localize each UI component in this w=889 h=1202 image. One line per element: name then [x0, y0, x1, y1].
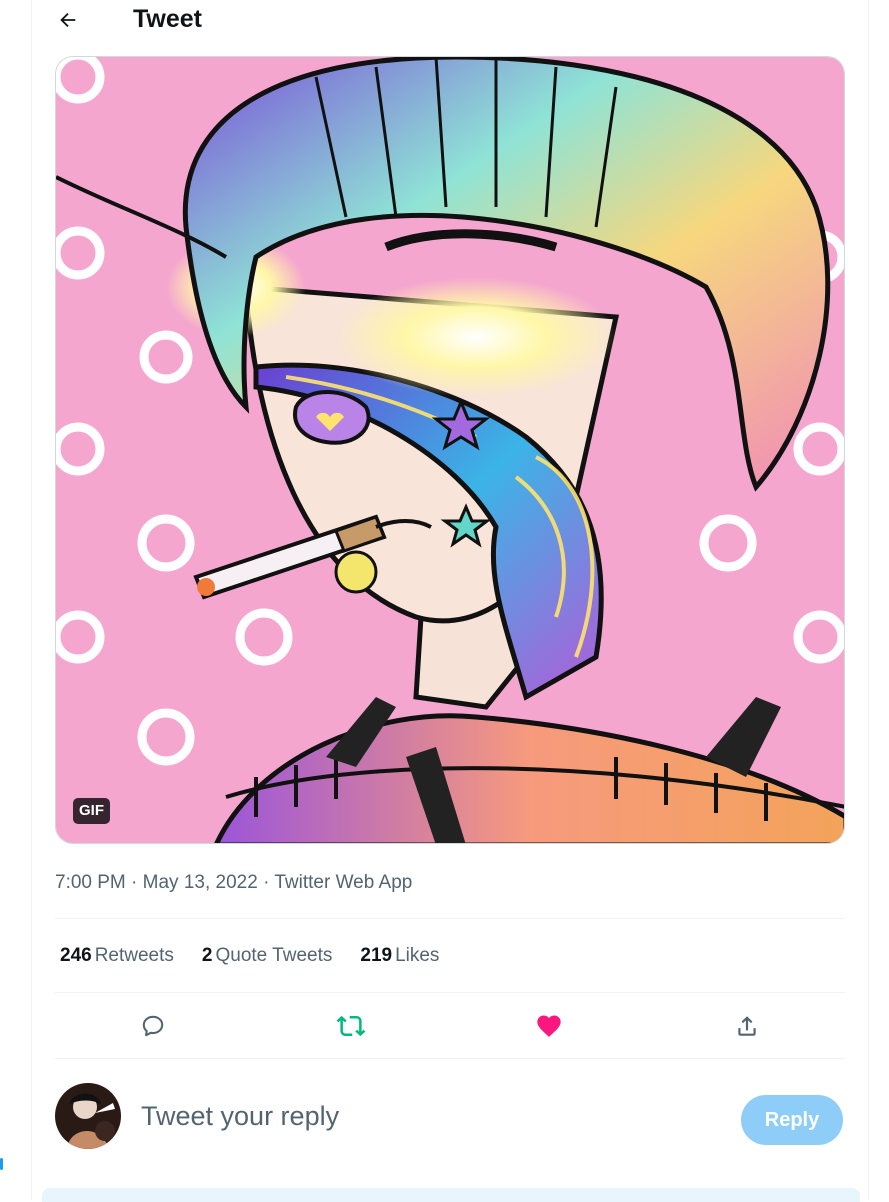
likes-count: 219 — [360, 945, 393, 966]
retweets-count: 246 — [60, 945, 92, 966]
divider — [55, 1058, 845, 1059]
page-title: Tweet — [133, 5, 202, 33]
retweets-label: Retweets — [94, 945, 174, 966]
arrow-left-icon — [60, 12, 76, 28]
reply-button[interactable] — [133, 1006, 173, 1046]
edge-indicator — [0, 1158, 3, 1170]
retweets-stat[interactable]: 246 Retweets — [60, 943, 174, 969]
retweet-icon — [336, 1015, 366, 1037]
page-header: Tweet — [32, 0, 868, 40]
likes-stat[interactable]: 219 Likes — [360, 943, 439, 969]
quote-tweets-stat[interactable]: 2 Quote Tweets — [202, 943, 332, 969]
share-icon — [738, 1016, 756, 1036]
like-button[interactable] — [529, 1006, 569, 1046]
tweet-time[interactable]: 7:00 PM — [55, 872, 126, 893]
back-button[interactable] — [50, 2, 86, 38]
quote-tweets-label: Quote Tweets — [215, 945, 333, 966]
meta-separator: · — [125, 872, 143, 893]
tweet-date[interactable]: May 13, 2022 — [143, 872, 258, 893]
tweet-timestamp: 7:00 PM · May 13, 2022 · Twitter Web App — [55, 870, 412, 896]
reply-submit-button[interactable]: Reply — [741, 1095, 843, 1145]
tweet-action-bar — [55, 1006, 845, 1046]
share-button[interactable] — [727, 1006, 767, 1046]
reply-composer: Reply — [55, 1083, 845, 1153]
meta-separator: · — [257, 872, 275, 893]
avatar[interactable] — [55, 1083, 121, 1149]
likes-label: Likes — [395, 945, 440, 966]
reply-icon — [142, 1015, 164, 1037]
divider — [55, 992, 845, 993]
like-icon — [537, 1015, 561, 1037]
user-avatar-image — [55, 1083, 121, 1149]
tweet-media[interactable]: GIF — [55, 56, 845, 844]
tweet-stats: 246 Retweets 2 Quote Tweets 219 Likes — [60, 943, 467, 969]
retweet-button[interactable] — [331, 1006, 371, 1046]
tweet-source[interactable]: Twitter Web App — [274, 872, 412, 893]
anime-girl-artwork — [56, 57, 844, 843]
quote-tweets-count: 2 — [201, 945, 213, 966]
column-border-left — [31, 0, 32, 1200]
divider — [55, 918, 845, 919]
gif-badge: GIF — [73, 798, 110, 824]
reply-input[interactable] — [141, 1101, 701, 1132]
column-border-right — [868, 0, 869, 1200]
